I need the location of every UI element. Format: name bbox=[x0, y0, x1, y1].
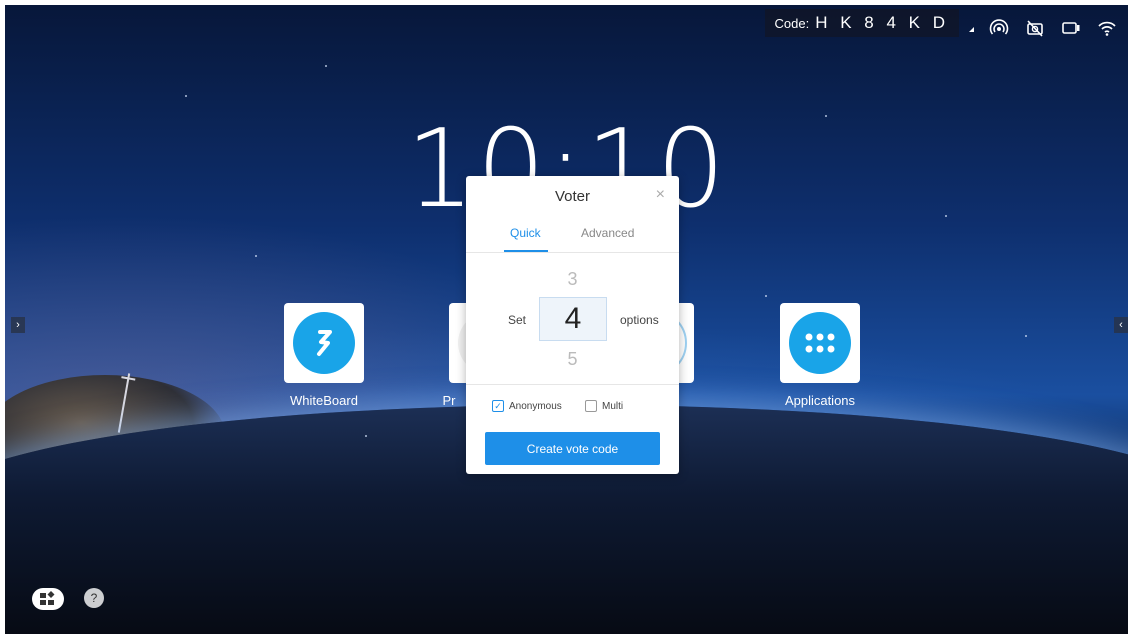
dialog-tabs: Quick Advanced bbox=[466, 226, 679, 253]
tab-quick[interactable]: Quick bbox=[510, 226, 541, 240]
vote-code-display: Code: H K 8 4 K D bbox=[764, 9, 959, 37]
anonymous-label: Anonymous bbox=[509, 400, 562, 412]
set-label: Set bbox=[508, 313, 527, 327]
camera-off-icon[interactable] bbox=[1024, 17, 1046, 39]
checkbox-checked-icon[interactable]: ✓ bbox=[492, 400, 504, 412]
app-applications[interactable]: Applications bbox=[780, 303, 860, 408]
screen-share-icon[interactable] bbox=[1060, 17, 1082, 39]
multi-checkbox[interactable]: Multi bbox=[585, 400, 623, 412]
multi-label: Multi bbox=[602, 400, 624, 412]
applications-grid-icon bbox=[789, 312, 851, 374]
active-tab-indicator bbox=[504, 250, 548, 252]
voter-dialog: Voter × Quick Advanced 3 Set 4 options 5… bbox=[466, 176, 679, 474]
dialog-title: Voter bbox=[554, 188, 591, 205]
hotspot-icon[interactable] bbox=[988, 17, 1010, 39]
anonymous-checkbox[interactable]: ✓ Anonymous bbox=[492, 400, 562, 412]
app-whiteboard[interactable]: WhiteBoard bbox=[284, 303, 364, 408]
divider bbox=[466, 384, 679, 385]
options-label: options bbox=[620, 313, 659, 327]
code-caret-icon bbox=[969, 26, 974, 32]
wifi-icon[interactable] bbox=[1096, 17, 1118, 39]
status-bar: Code: H K 8 4 K D bbox=[764, 7, 1118, 39]
desktop-screen: Code: H K 8 4 K D 10:10 › ‹ WhiteBoard P… bbox=[5, 5, 1128, 634]
create-vote-code-button[interactable]: Create vote code bbox=[485, 432, 660, 465]
app-label: Applications bbox=[784, 393, 856, 408]
widgets-icon bbox=[32, 588, 64, 610]
code-label: Code: bbox=[774, 15, 810, 31]
option-count-picker[interactable]: 4 bbox=[539, 297, 607, 341]
picker-next-value[interactable]: 5 bbox=[466, 349, 679, 370]
app-tile[interactable] bbox=[284, 303, 364, 383]
tab-advanced[interactable]: Advanced bbox=[581, 226, 634, 240]
close-icon[interactable]: × bbox=[656, 186, 665, 204]
help-button[interactable]: ? bbox=[84, 588, 104, 608]
widgets-button[interactable] bbox=[32, 588, 64, 615]
code-value: H K 8 4 K D bbox=[815, 13, 949, 32]
app-label: WhiteBoard bbox=[290, 393, 358, 408]
whiteboard-icon bbox=[293, 312, 355, 374]
app-tile[interactable] bbox=[780, 303, 860, 383]
picker-prev-value[interactable]: 3 bbox=[466, 269, 679, 290]
page-left-arrow[interactable]: ‹ bbox=[1114, 317, 1128, 333]
page-right-arrow[interactable]: › bbox=[11, 317, 25, 333]
checkbox-unchecked-icon[interactable] bbox=[585, 400, 597, 412]
